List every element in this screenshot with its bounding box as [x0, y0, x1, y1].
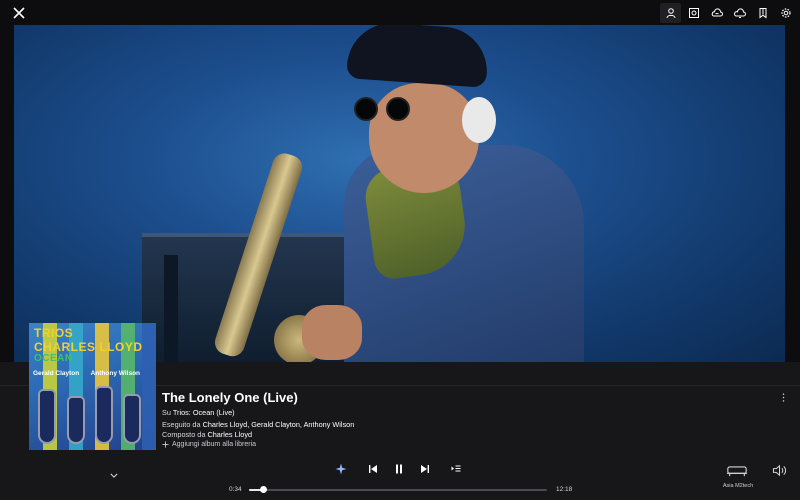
now-playing-screen: TRIOS CHARLES LLOYD OCEAN Gerald Clayton… — [0, 0, 800, 500]
radio-sparkle-icon[interactable] — [333, 461, 349, 477]
cover-name-left: Gerald Clayton — [33, 370, 80, 377]
album-line: Su Trios: Ocean (Live) — [162, 408, 235, 417]
progress-knob[interactable] — [260, 486, 267, 493]
performers-link[interactable]: Charles Lloyd, Gerald Clayton, Anthony W… — [203, 420, 355, 429]
album-prefix: Su — [162, 408, 173, 417]
previous-track-icon[interactable] — [365, 461, 381, 477]
queue-cloud-icon[interactable] — [706, 3, 727, 23]
plus-icon — [162, 441, 169, 448]
cover-names: Gerald Clayton Anthony Wilson — [33, 370, 140, 377]
view-toolbar — [660, 3, 796, 23]
output-device-icon[interactable] — [724, 463, 750, 479]
cover-title-artist: CHARLES LLOYD — [34, 340, 143, 354]
progress-bar[interactable] — [249, 489, 547, 491]
pause-icon[interactable] — [391, 461, 407, 477]
next-track-icon[interactable] — [417, 461, 433, 477]
performers-prefix: Eseguito da — [162, 420, 203, 429]
add-to-library-label: Aggiungi album alla libreria — [172, 441, 257, 448]
album-icon[interactable] — [683, 3, 704, 23]
composer-link[interactable]: Charles Lloyd — [207, 430, 252, 439]
lyrics-icon[interactable] — [729, 3, 750, 23]
track-title: The Lonely One (Live) — [162, 390, 298, 405]
elapsed-time: 0:34 — [229, 486, 242, 493]
album-link[interactable]: Trios: Ocean (Live) — [173, 408, 235, 417]
total-duration: 12:18 — [556, 486, 573, 493]
settings-gear-icon[interactable] — [775, 3, 796, 23]
volume-icon[interactable] — [770, 462, 788, 478]
composer-prefix: Composto da — [162, 430, 208, 439]
artist-photo — [14, 25, 785, 362]
cover-name-right: Anthony Wilson — [90, 370, 141, 377]
queue-icon[interactable] — [448, 461, 464, 477]
artist-icon[interactable] — [660, 3, 681, 23]
bookmark-icon[interactable] — [752, 3, 773, 23]
add-to-library-button[interactable]: Aggiungi album alla libreria — [162, 441, 256, 448]
cover-title-trios: TRIOS — [34, 326, 74, 340]
chevron-down-icon[interactable] — [108, 470, 120, 480]
cover-subtitle: OCEAN — [34, 353, 73, 364]
album-cover[interactable]: TRIOS CHARLES LLOYD OCEAN Gerald Clayton… — [29, 323, 156, 450]
more-options-icon[interactable] — [778, 392, 788, 406]
composer-line: Composto da Charles Lloyd — [162, 430, 252, 439]
performers-line: Eseguito da Charles Lloyd, Gerald Clayto… — [162, 420, 354, 429]
output-device-label: Asia M2tech — [722, 483, 754, 489]
close-icon[interactable] — [10, 4, 28, 22]
